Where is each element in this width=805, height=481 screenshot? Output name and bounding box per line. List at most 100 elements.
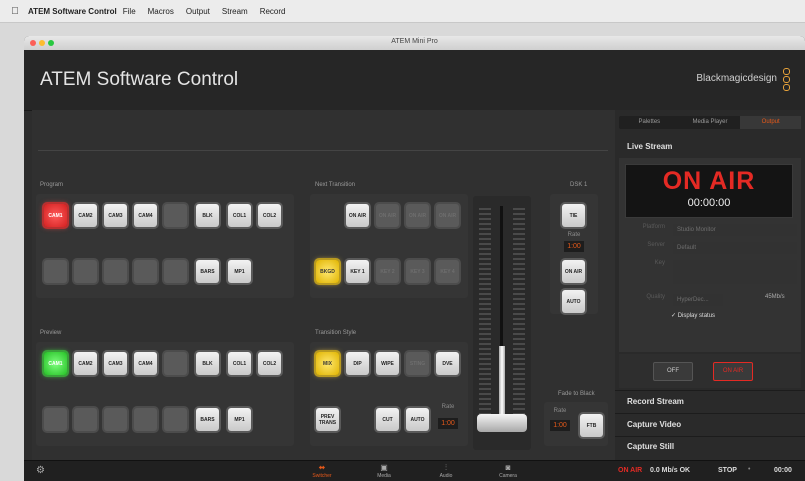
live-stream-header[interactable]: Live Stream (615, 136, 805, 158)
display-status-label: Display status (677, 313, 716, 319)
preview-empty-button[interactable] (164, 352, 187, 375)
server-select[interactable]: Default (673, 242, 797, 254)
switcher-panel: Program CAM1 CAM2 CAM3 CAM4 BLK COL1 COL… (32, 110, 615, 460)
platform-select[interactable]: Studio Monitor (673, 224, 797, 236)
program-cam2-button[interactable]: CAM2 (74, 204, 97, 227)
divider (38, 150, 608, 151)
program-empty-button[interactable] (104, 260, 127, 283)
dsk-tie-button[interactable]: TIE (562, 204, 585, 227)
preview-empty-button[interactable] (44, 408, 67, 431)
nav-media-label: Media (377, 473, 391, 479)
nav-switcher[interactable]: ⬌ Switcher (302, 463, 342, 479)
stream-key-field[interactable] (673, 260, 797, 284)
menu-file[interactable]: File (123, 7, 136, 16)
dsk-auto-button[interactable]: AUTO (562, 290, 585, 313)
program-col1-button[interactable]: COL1 (228, 204, 251, 227)
tab-output[interactable]: Output (740, 116, 802, 129)
ftb-rate-value[interactable]: 1:00 (550, 420, 570, 431)
dip-button[interactable]: DIP (346, 352, 369, 375)
menu-record[interactable]: Record (260, 7, 286, 16)
sidebar-tabs: Palettes Media Player Output (619, 116, 802, 129)
apple-icon[interactable]:  (6, 6, 24, 17)
wipe-button[interactable]: WIPE (376, 352, 399, 375)
menu-macros[interactable]: Macros (148, 7, 174, 16)
record-stream-header[interactable]: Record Stream (615, 390, 805, 412)
display-status-checkbox[interactable]: ✓ Display status (671, 312, 715, 319)
preview-col2-button[interactable]: COL2 (258, 352, 281, 375)
menu-output[interactable]: Output (186, 7, 210, 16)
preview-col1-button[interactable]: COL1 (228, 352, 251, 375)
t-bar-stem (499, 346, 505, 418)
onair-key4-button[interactable]: ON AIR (436, 204, 459, 227)
dsk-rate-label: Rate (567, 232, 581, 238)
settings-gear-icon[interactable]: ⚙ (36, 465, 45, 476)
preview-mp1-button[interactable]: MP1 (228, 408, 251, 431)
preview-empty-button[interactable] (104, 408, 127, 431)
stream-on-air-button[interactable]: ON AIR (713, 362, 753, 381)
capture-still-header[interactable]: Capture Still (615, 436, 805, 456)
program-col2-button[interactable]: COL2 (258, 204, 281, 227)
preview-bus: CAM1 CAM2 CAM3 CAM4 BLK COL1 COL2 BARS M… (36, 342, 294, 446)
on-air-text: ON AIR (662, 167, 756, 195)
preview-cam3-button[interactable]: CAM3 (104, 352, 127, 375)
preview-bars-button[interactable]: BARS (196, 408, 219, 431)
onair-key3-button[interactable]: ON AIR (406, 204, 429, 227)
sting-button[interactable]: STING (406, 352, 429, 375)
stop-button[interactable]: STOP (718, 467, 737, 474)
checkmark-icon: ✓ (671, 313, 677, 319)
nav-camera[interactable]: ◙ Camera (488, 463, 528, 479)
quality-select[interactable]: HyperDec... (673, 294, 723, 306)
program-blk-button[interactable]: BLK (196, 204, 219, 227)
auto-button[interactable]: AUTO (406, 408, 429, 431)
cut-button[interactable]: CUT (376, 408, 399, 431)
program-empty-button[interactable] (134, 260, 157, 283)
app-title: ATEM Software Control (40, 69, 239, 90)
program-empty-button[interactable] (74, 260, 97, 283)
preview-cam1-button[interactable]: CAM1 (44, 352, 67, 375)
onair-key-button[interactable]: ON AIR (346, 204, 369, 227)
prev-trans-button[interactable]: PREV TRANS (316, 408, 339, 431)
app-header: ATEM Software Control Blackmagicdesign (24, 50, 805, 111)
key3-button[interactable]: KEY 3 (406, 260, 429, 283)
preview-empty-button[interactable] (74, 408, 97, 431)
dsk-rate-value[interactable]: 1:00 (564, 241, 584, 252)
program-empty-button[interactable] (164, 204, 187, 227)
quality-label: Quality (646, 294, 665, 300)
next-transition-panel: ON AIR ON AIR ON AIR ON AIR BKGD KEY 1 K… (310, 194, 468, 298)
t-bar-handle[interactable] (477, 414, 527, 432)
nav-media[interactable]: ▣ Media (364, 463, 404, 479)
program-mp1-button[interactable]: MP1 (228, 260, 251, 283)
onair-key2-button[interactable]: ON AIR (376, 204, 399, 227)
menu-stream[interactable]: Stream (222, 7, 248, 16)
preview-empty-button[interactable] (134, 408, 157, 431)
key4-button[interactable]: KEY 4 (436, 260, 459, 283)
stream-off-button[interactable]: OFF (653, 362, 693, 381)
program-cam1-button[interactable]: CAM1 (44, 204, 67, 227)
transition-rate-value[interactable]: 1:00 (438, 418, 458, 429)
program-bars-button[interactable]: BARS (196, 260, 219, 283)
capture-video-header[interactable]: Capture Video (615, 413, 805, 435)
bkgd-button[interactable]: BKGD (316, 260, 339, 283)
tab-palettes[interactable]: Palettes (619, 116, 680, 129)
program-empty-button[interactable] (44, 260, 67, 283)
program-empty-button[interactable] (164, 260, 187, 283)
ftb-button[interactable]: FTB (580, 414, 603, 437)
dve-button[interactable]: DVE (436, 352, 459, 375)
menubar-app-name[interactable]: ATEM Software Control (28, 7, 117, 16)
preview-empty-button[interactable] (164, 408, 187, 431)
dsk1-label: DSK 1 (570, 182, 588, 188)
mac-menubar:  ATEM Software Control File Macros Outp… (0, 0, 805, 23)
t-bar[interactable] (473, 196, 531, 450)
preview-cam4-button[interactable]: CAM4 (134, 352, 157, 375)
nav-audio[interactable]: ⫶ Audio (426, 463, 466, 479)
key1-button[interactable]: KEY 1 (346, 260, 369, 283)
mix-button[interactable]: MIX (316, 352, 339, 375)
key2-button[interactable]: KEY 2 (376, 260, 399, 283)
program-cam3-button[interactable]: CAM3 (104, 204, 127, 227)
program-cam4-button[interactable]: CAM4 (134, 204, 157, 227)
dsk-on-air-button[interactable]: ON AIR (562, 260, 585, 283)
key-label: Key (654, 260, 665, 266)
preview-cam2-button[interactable]: CAM2 (74, 352, 97, 375)
preview-blk-button[interactable]: BLK (196, 352, 219, 375)
tab-media-player[interactable]: Media Player (680, 116, 741, 129)
